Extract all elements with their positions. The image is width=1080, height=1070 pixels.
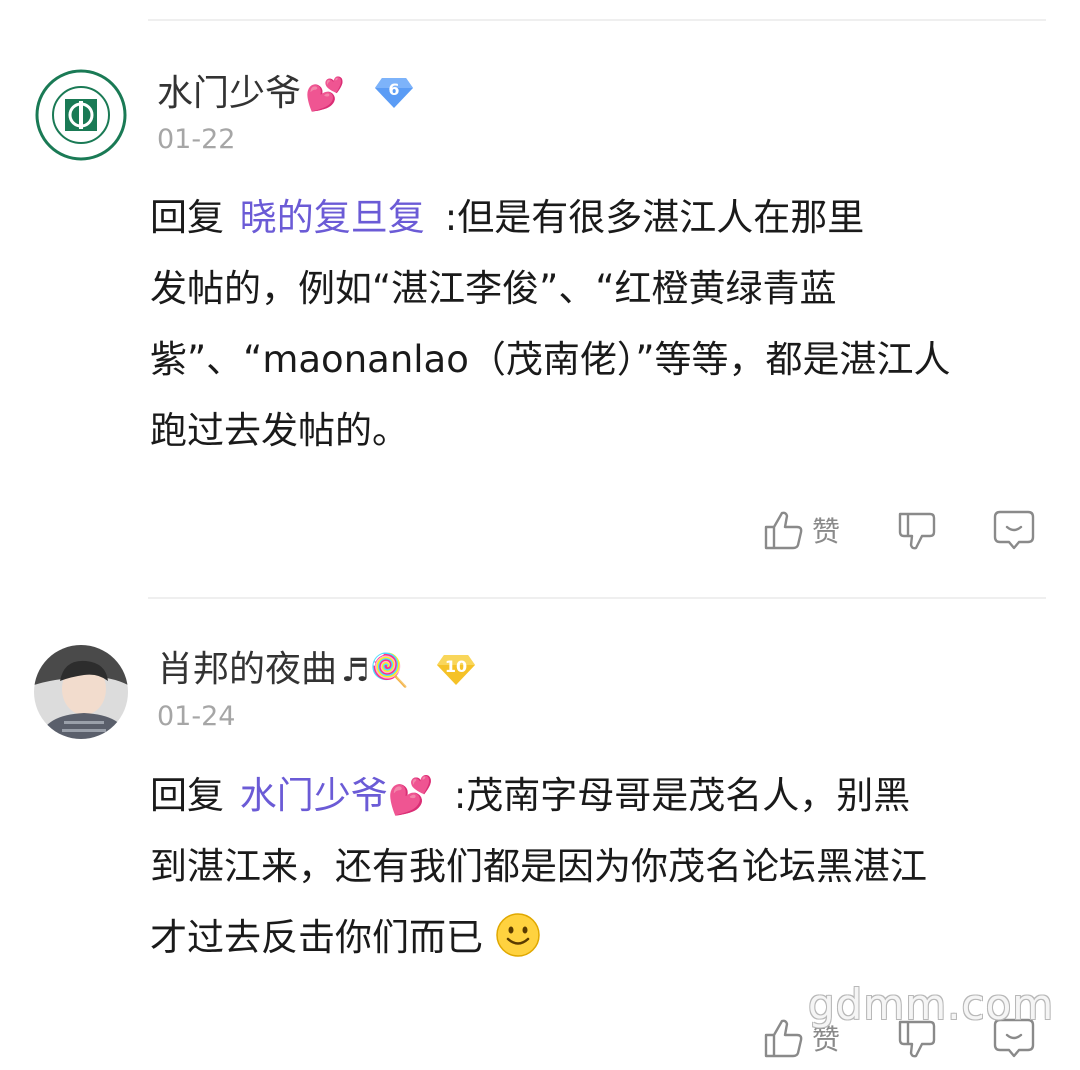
comment-date: 01-22	[157, 124, 236, 155]
content-line: 回复 晓的复旦复 :但是有很多湛江人在那里	[150, 182, 951, 253]
watermark: gdmm.com	[808, 980, 1055, 1029]
level-number: 6	[388, 80, 400, 99]
comment-username[interactable]: 水门少爷 💕	[157, 74, 345, 114]
avatar[interactable]	[34, 645, 128, 739]
comment-bubble-icon	[993, 510, 1035, 550]
level-badge: 6	[374, 74, 414, 110]
content-text: :但是有很多湛江人在那里	[444, 196, 865, 239]
content-text: :茂南字母哥是茂名人，别黑	[453, 774, 911, 817]
comment-date: 01-24	[157, 701, 236, 732]
content-line: 到湛江来，还有我们都是因为你茂名论坛黑湛江	[150, 845, 927, 888]
reply-prefix: 回复	[150, 774, 224, 817]
thumbs-down-icon	[898, 512, 936, 550]
username-text[interactable]: 水门少爷	[157, 74, 301, 114]
username-text[interactable]: 肖邦的夜曲	[157, 650, 337, 690]
comment-username[interactable]: 肖邦的夜曲 ♬🍭	[157, 650, 410, 690]
content-line: 紫”、“maonanlao（茂南佬）”等等，都是湛江人	[150, 338, 951, 381]
content-line: 回复 水门少爷💕 :茂南字母哥是茂名人，别黑	[150, 760, 927, 831]
divider	[148, 19, 1046, 21]
dislike-button[interactable]	[894, 508, 938, 552]
reply-to-link[interactable]: 水门少爷💕	[240, 774, 434, 817]
thumbs-up-icon	[764, 1019, 803, 1058]
like-button[interactable]: 赞	[762, 508, 840, 552]
content-line: 才过去反击你们而已	[150, 902, 927, 973]
reply-prefix: 回复	[150, 196, 224, 239]
avatar[interactable]	[34, 68, 128, 162]
smile-emoji-icon	[496, 913, 540, 957]
content-text: 才过去反击你们而已	[150, 916, 483, 959]
divider	[148, 597, 1046, 599]
username-emoji: ♬🍭	[341, 651, 410, 689]
level-number: 10	[444, 657, 468, 676]
reply-button[interactable]	[992, 508, 1036, 552]
comment-actions: 赞	[708, 508, 1036, 552]
username-emoji: 💕	[305, 75, 345, 113]
comment-content: 回复 晓的复旦复 :但是有很多湛江人在那里 发帖的，例如“湛江李俊”、“红橙黄绿青…	[150, 182, 951, 466]
thumbs-up-icon	[764, 511, 803, 550]
level-badge: 10	[436, 651, 476, 687]
like-label: 赞	[811, 515, 840, 548]
reply-to-link[interactable]: 晓的复旦复	[240, 196, 425, 239]
content-line: 发帖的，例如“湛江李俊”、“红橙黄绿青蓝	[150, 267, 837, 310]
content-line: 跑过去发帖的。	[150, 409, 409, 452]
comment-content: 回复 水门少爷💕 :茂南字母哥是茂名人，别黑 到湛江来，还有我们都是因为你茂名论坛…	[150, 760, 927, 973]
